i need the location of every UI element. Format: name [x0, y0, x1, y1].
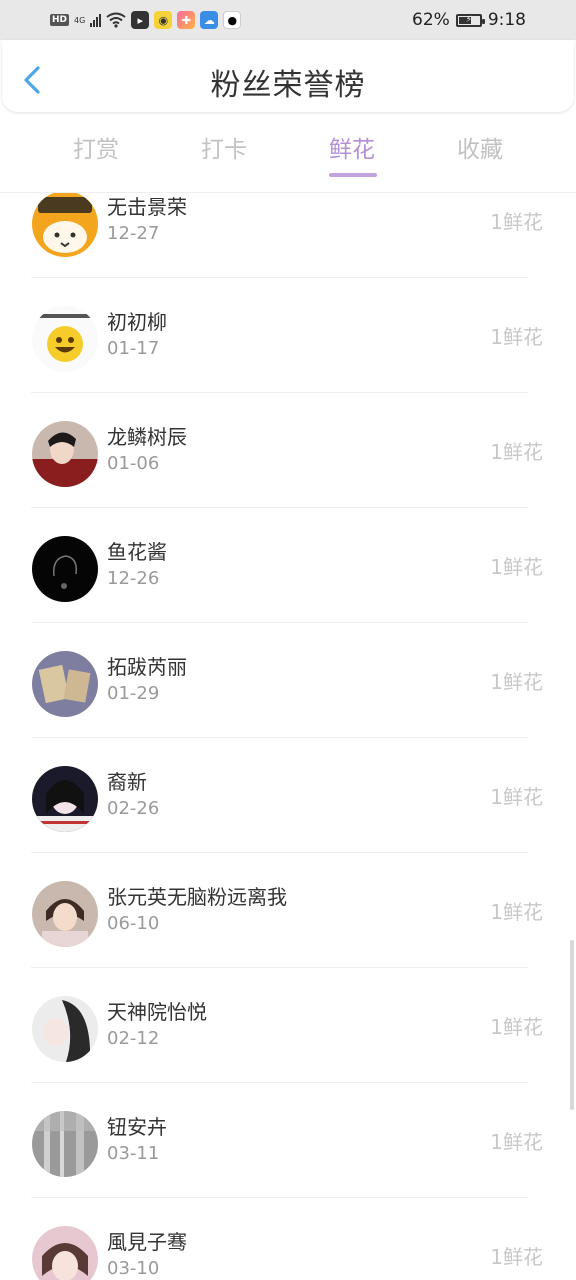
- flower-count: 1鲜花: [490, 1245, 543, 1269]
- fan-name: 张元英无脑粉远离我: [107, 885, 287, 909]
- status-icons-right: 62% ⚡ 9:18: [412, 10, 526, 30]
- fan-name: 拓跋芮丽: [107, 655, 187, 679]
- fan-date: 02-12: [107, 1028, 160, 1049]
- bing-app-icon: ▸: [131, 11, 150, 29]
- tab-flowers-label: 鲜花: [329, 137, 375, 163]
- avatar: [32, 536, 98, 602]
- gallery-app-icon: ✚: [177, 11, 196, 29]
- flower-count: 1鲜花: [490, 900, 543, 924]
- fan-name: 風見子骞: [107, 1230, 187, 1254]
- avatar: [32, 1226, 98, 1280]
- fan-date: 01-06: [107, 453, 160, 474]
- flower-count: 1鲜花: [490, 440, 543, 464]
- avatar: [32, 766, 98, 832]
- fan-date: 02-26: [107, 798, 160, 819]
- list-item[interactable]: 钮安卉 03-11 1鲜花: [0, 1083, 576, 1198]
- cloud-app-icon: ☁: [200, 11, 219, 29]
- tab-checkin[interactable]: 打卡: [174, 130, 274, 164]
- battery-icon: ⚡: [455, 13, 485, 27]
- hd-indicator: HD: [50, 14, 70, 26]
- list-item[interactable]: 天神院怡悦 02-12 1鲜花: [0, 968, 576, 1083]
- avatar: [32, 306, 98, 372]
- flower-count: 1鲜花: [490, 325, 543, 349]
- tab-favorites[interactable]: 收藏: [430, 130, 530, 164]
- fan-date: 01-17: [107, 338, 160, 359]
- tab-tip[interactable]: 打赏: [46, 130, 146, 164]
- avatar: [32, 1111, 98, 1177]
- clock: 9:18: [487, 10, 526, 30]
- list-item[interactable]: 无击景荣 12-27 1鲜花: [0, 193, 576, 278]
- flower-count: 1鲜花: [490, 670, 543, 694]
- fan-name: 裔新: [107, 770, 147, 794]
- flower-count: 1鲜花: [490, 1015, 543, 1039]
- fan-list[interactable]: 无击景荣 12-27 1鲜花 初初柳 01-17 1鲜花 龙鳞树辰 01-06 …: [0, 193, 576, 1280]
- list-item[interactable]: 张元英无脑粉远离我 06-10 1鲜花: [0, 853, 576, 968]
- tab-flowers[interactable]: 鲜花: [302, 130, 402, 177]
- fan-date: 03-10: [107, 1258, 160, 1279]
- list-item[interactable]: 龙鳞树辰 01-06 1鲜花: [0, 393, 576, 508]
- fan-name: 天神院怡悦: [107, 1000, 207, 1024]
- avatar: [32, 996, 98, 1062]
- avatar: [32, 421, 98, 487]
- tab-bar: 打赏 打卡 鲜花 收藏: [0, 130, 576, 182]
- active-tab-indicator: [329, 173, 377, 177]
- fan-date: 03-11: [107, 1143, 160, 1164]
- qq-app-icon: ●: [223, 11, 242, 29]
- status-icons-left: HD 4G ▸ ◉ ✚ ☁ ●: [50, 11, 242, 29]
- flower-count: 1鲜花: [490, 210, 543, 234]
- fan-name: 初初柳: [107, 310, 167, 334]
- list-item[interactable]: 初初柳 01-17 1鲜花: [0, 278, 576, 393]
- fan-name: 鱼花酱: [107, 540, 167, 564]
- flower-count: 1鲜花: [490, 555, 543, 579]
- notification-app-icon: ◉: [154, 11, 173, 29]
- fan-name: 钮安卉: [107, 1115, 167, 1139]
- fan-date: 12-27: [107, 223, 160, 244]
- battery-percent: 62%: [412, 10, 450, 30]
- list-item[interactable]: 裔新 02-26 1鲜花: [0, 738, 576, 853]
- flower-count: 1鲜花: [490, 1130, 543, 1154]
- fan-name: 龙鳞树辰: [107, 425, 187, 449]
- list-item[interactable]: 鱼花酱 12-26 1鲜花: [0, 508, 576, 623]
- fan-name: 无击景荣: [107, 195, 187, 219]
- list-item[interactable]: 拓跋芮丽 01-29 1鲜花: [0, 623, 576, 738]
- list-item[interactable]: 風見子骞 03-10 1鲜花: [0, 1198, 576, 1280]
- status-bar: HD 4G ▸ ◉ ✚ ☁ ● 62% ⚡ 9:18: [0, 0, 576, 40]
- avatar: [32, 651, 98, 717]
- fan-date: 06-10: [107, 913, 160, 934]
- avatar: [32, 881, 98, 947]
- signal-icon: [90, 13, 102, 27]
- fan-date: 12-26: [107, 568, 160, 589]
- header: 粉丝荣誉榜: [2, 40, 574, 112]
- scrollbar[interactable]: [570, 940, 574, 1110]
- page-title: 粉丝荣誉榜: [210, 68, 366, 103]
- avatar: [32, 193, 98, 257]
- flower-count: 1鲜花: [490, 785, 543, 809]
- wifi-icon: [106, 12, 126, 28]
- network-type: 4G: [74, 15, 86, 25]
- fan-date: 01-29: [107, 683, 160, 704]
- charging-icon: ⚡: [465, 15, 472, 25]
